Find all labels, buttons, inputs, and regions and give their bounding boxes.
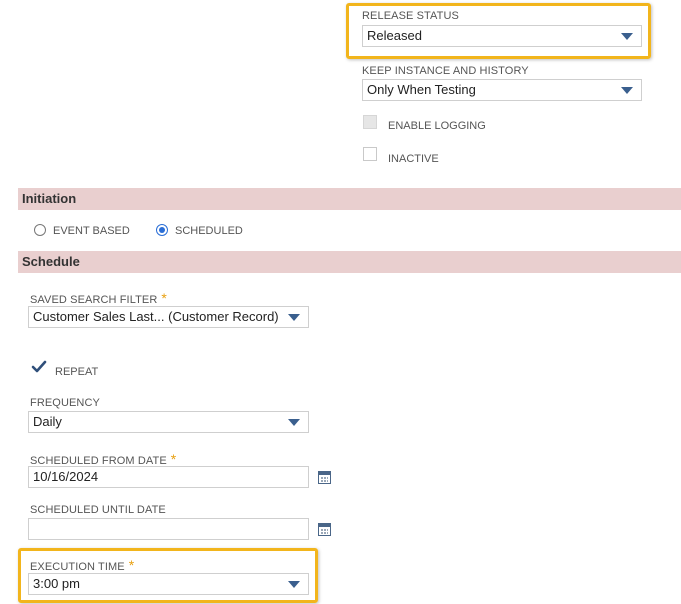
until-date-label: SCHEDULED UNTIL DATE	[30, 504, 166, 516]
release-status-value: Released	[367, 28, 422, 43]
execution-time-value: 3:00 pm	[33, 576, 80, 591]
calendar-icon[interactable]	[318, 471, 331, 484]
required-marker: *	[170, 451, 177, 467]
scheduled-radio[interactable]	[156, 224, 168, 236]
chevron-down-icon	[288, 419, 300, 426]
keep-instance-select[interactable]: Only When Testing	[362, 79, 642, 101]
enable-logging-checkbox[interactable]	[363, 115, 377, 129]
required-marker: *	[161, 290, 167, 306]
saved-search-label: SAVED SEARCH FILTER *	[30, 290, 167, 306]
from-date-input[interactable]: 10/16/2024	[28, 466, 309, 488]
chevron-down-icon	[288, 581, 300, 588]
inactive-checkbox[interactable]	[363, 147, 377, 161]
calendar-icon[interactable]	[318, 523, 331, 536]
initiation-section-header: Initiation	[18, 188, 681, 210]
repeat-checkbox[interactable]	[31, 359, 47, 375]
event-based-radio[interactable]	[34, 224, 46, 236]
keep-instance-label: KEEP INSTANCE AND HISTORY	[362, 65, 529, 77]
until-date-input[interactable]	[28, 518, 309, 540]
frequency-value: Daily	[33, 414, 62, 429]
execution-time-label: EXECUTION TIME *	[30, 557, 135, 573]
frequency-label: FREQUENCY	[30, 397, 100, 409]
execution-time-select[interactable]: 3:00 pm	[28, 573, 309, 595]
schedule-section-header: Schedule	[18, 251, 681, 273]
chevron-down-icon	[621, 87, 633, 94]
repeat-label: REPEAT	[55, 366, 99, 378]
event-based-label: EVENT BASED	[53, 225, 130, 237]
chevron-down-icon	[621, 33, 633, 40]
frequency-select[interactable]: Daily	[28, 411, 309, 433]
release-status-select[interactable]: Released	[362, 25, 642, 47]
enable-logging-label: ENABLE LOGGING	[388, 120, 486, 132]
from-date-label: SCHEDULED FROM DATE *	[30, 451, 177, 467]
checkmark-icon	[31, 360, 47, 373]
saved-search-select[interactable]: Customer Sales Last... (Customer Record)	[28, 306, 309, 328]
required-marker: *	[128, 557, 135, 573]
chevron-down-icon	[288, 314, 300, 321]
release-status-label: RELEASE STATUS	[362, 10, 459, 22]
keep-instance-value: Only When Testing	[367, 82, 476, 97]
scheduled-label: SCHEDULED	[175, 225, 243, 237]
saved-search-value: Customer Sales Last... (Customer Record)	[33, 309, 279, 324]
inactive-label: INACTIVE	[388, 153, 439, 165]
